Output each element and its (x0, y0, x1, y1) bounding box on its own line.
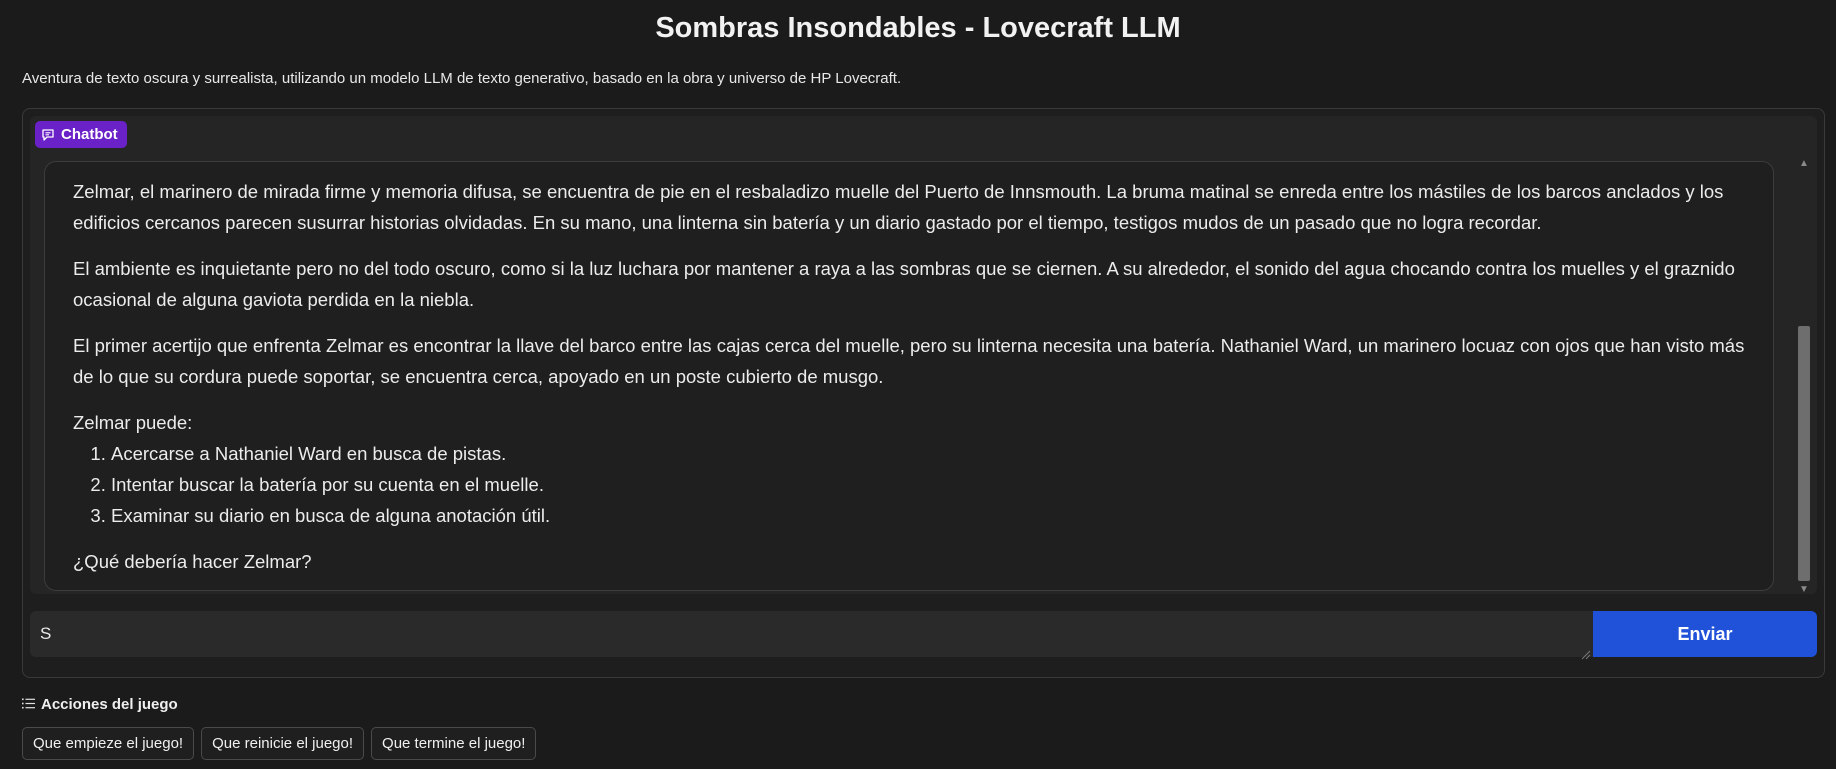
start-game-button[interactable]: Que empieze el juego! (22, 727, 195, 760)
resize-handle-icon[interactable] (1581, 645, 1591, 660)
game-actions-label-text: Acciones del juego (41, 696, 178, 713)
scrollbar-thumb[interactable] (1798, 326, 1810, 581)
message-paragraph: El ambiente es inquietante pero no del t… (73, 258, 1735, 310)
game-actions: Que empieze el juego! Que reinicie el ju… (22, 727, 537, 760)
page: Sombras Insondables - Lovecraft LLM Aven… (0, 0, 1836, 769)
options-intro: Zelmar puede: (73, 412, 193, 433)
message-input[interactable]: S (30, 611, 1593, 660)
options-list: Acercarse a Nathaniel Ward en busca de p… (73, 438, 1755, 531)
list-icon (22, 696, 35, 713)
message-input-value: S (40, 624, 52, 643)
option-item: Intentar buscar la batería por su cuenta… (111, 469, 1755, 500)
send-button[interactable]: Enviar (1593, 611, 1817, 657)
chat-scrollbar[interactable]: ▲ ▼ (1797, 158, 1811, 596)
page-title: Sombras Insondables - Lovecraft LLM (655, 12, 1181, 44)
chat-bubble-icon (41, 128, 55, 142)
option-item: Acercarse a Nathaniel Ward en busca de p… (111, 438, 1755, 469)
game-actions-label: Acciones del juego (22, 696, 178, 713)
option-item: Examinar su diario en busca de alguna an… (111, 500, 1755, 531)
end-game-button[interactable]: Que termine el juego! (371, 727, 537, 760)
chat-panel: Chatbot Zelmar, el marinero de mirada fi… (22, 108, 1825, 678)
scroll-up-arrow-icon[interactable]: ▲ (1797, 158, 1811, 170)
message-input-row: S Enviar (30, 611, 1817, 660)
bot-message: Zelmar, el marinero de mirada firme y me… (44, 161, 1774, 591)
restart-game-button[interactable]: Que reinicie el juego! (201, 727, 365, 760)
chatbot-label: Chatbot (35, 121, 127, 148)
scroll-down-arrow-icon[interactable]: ▼ (1797, 584, 1811, 596)
message-paragraph: Zelmar, el marinero de mirada firme y me… (73, 181, 1724, 233)
chatbot-label-text: Chatbot (61, 126, 118, 143)
chatbot-container: Chatbot Zelmar, el marinero de mirada fi… (30, 116, 1817, 596)
message-question: ¿Qué debería hacer Zelmar? (73, 551, 312, 572)
message-paragraph: El primer acertijo que enfrenta Zelmar e… (73, 335, 1745, 387)
page-description: Aventura de texto oscura y surrealista, … (22, 70, 902, 87)
